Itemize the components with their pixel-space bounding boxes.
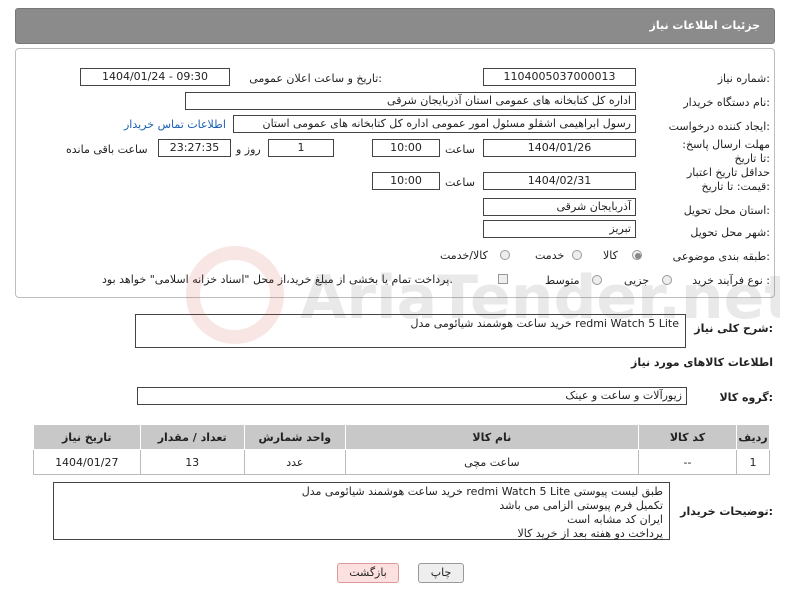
need-number-field[interactable]: 1104005037000013	[483, 68, 636, 86]
description-label: شرح کلی نیاز:	[694, 322, 773, 335]
back-button[interactable]: بازگشت	[337, 563, 399, 583]
days-label: روز و	[236, 143, 261, 156]
buyer-notes-line: ایران کد مشابه است	[567, 513, 663, 526]
cell-date: 1404/01/27	[33, 449, 141, 475]
process-minor-label: جزیی	[624, 274, 650, 287]
col-name: نام کالا	[344, 424, 639, 450]
category-goods-label: کالا	[603, 249, 618, 262]
process-radio-medium[interactable]	[592, 275, 602, 285]
announce-label: تاریخ و ساعت اعلان عمومی:	[249, 72, 382, 85]
col-date: تاریخ نیاز	[33, 424, 141, 450]
reply-time-field[interactable]: 10:00	[372, 139, 440, 157]
remaining-label: ساعت باقی مانده	[66, 143, 148, 156]
creator-label: ایجاد کننده درخواست:	[668, 120, 770, 133]
reply-date-field[interactable]: 1404/01/26	[483, 139, 636, 157]
category-radio-goods-service[interactable]	[500, 250, 510, 260]
page-header: جزئیات اطلاعات نیاز	[15, 8, 775, 44]
table-row[interactable]: 1 -- ساعت مچی عدد 13 1404/01/27	[33, 449, 770, 475]
description-text: خرید ساعت هوشمند شیائومی مدل redmi Watch…	[410, 317, 679, 330]
province-label: استان محل تحویل:	[683, 204, 770, 217]
print-button[interactable]: چاپ	[418, 563, 464, 583]
col-qty: تعداد / مقدار	[139, 424, 245, 450]
buyer-notes-label: توضیحات خریدار:	[680, 505, 773, 518]
cell-code: --	[637, 449, 738, 475]
goods-table-header: ردیف کد کالا نام کالا واحد شمارش تعداد /…	[33, 424, 770, 450]
price-date-field[interactable]: 1404/02/31	[483, 172, 636, 190]
cell-qty: 13	[139, 449, 245, 475]
category-radio-service[interactable]	[572, 250, 582, 260]
description-field[interactable]: خرید ساعت هوشمند شیائومی مدل redmi Watch…	[135, 314, 686, 348]
process-radio-minor[interactable]	[662, 275, 672, 285]
city-label: شهر محل تحویل:	[690, 226, 770, 239]
buyer-notes-line: پرداخت دو هفته بعد از خرید کالا	[517, 527, 663, 540]
col-code: کد کالا	[637, 424, 738, 450]
cell-row: 1	[736, 449, 770, 475]
city-field[interactable]: تبریز	[483, 220, 636, 238]
remaining-time-field[interactable]: 23:27:35	[158, 139, 231, 157]
treasury-checkbox[interactable]	[498, 274, 508, 284]
reply-time-label: ساعت	[445, 143, 475, 156]
category-label: طبقه بندی موضوعی:	[672, 250, 770, 263]
price-deadline-label: حداقل تاریخ اعتبار قیمت: تا تاریخ:	[686, 166, 770, 193]
process-label: نوع فرآیند خرید :	[692, 274, 770, 287]
process-medium-label: متوسط	[545, 274, 580, 287]
goods-section-title: اطلاعات کالاهای مورد نیاز	[631, 356, 773, 369]
category-goods-service-label: کالا/خدمت	[440, 249, 488, 262]
province-field[interactable]: آذربایجان شرقی	[483, 198, 636, 216]
buyer-notes-line: خرید ساعت هوشمند شیائومی مدل redmi Watch…	[301, 485, 663, 498]
col-unit: واحد شمارش	[243, 424, 346, 450]
need-number-label: شماره نیاز:	[717, 72, 770, 85]
buyer-contact-link[interactable]: اطلاعات تماس خریدار	[124, 118, 226, 131]
reply-deadline-label: مهلت ارسال پاسخ: تا تاریخ:	[682, 138, 770, 165]
goods-table: ردیف کد کالا نام کالا واحد شمارش تعداد /…	[33, 424, 770, 475]
page-title: جزئیات اطلاعات نیاز	[649, 19, 761, 32]
buyer-notes-line: تکمیل فرم پیوستی الزامی می باشد	[499, 499, 663, 512]
creator-field[interactable]: رسول ابراهیمی اشقلو مسئول امور عمومی ادا…	[233, 115, 636, 133]
goods-group-label: گروه کالا:	[719, 391, 773, 404]
cell-unit: عدد	[243, 449, 346, 475]
announce-field[interactable]: 1404/01/24 - 09:30	[80, 68, 230, 86]
buyer-org-field[interactable]: اداره کل کتابخانه های عمومی استان آذربای…	[185, 92, 636, 110]
price-time-field[interactable]: 10:00	[372, 172, 440, 190]
buyer-notes-field[interactable]: خرید ساعت هوشمند شیائومی مدل redmi Watch…	[53, 482, 670, 540]
goods-group-field[interactable]: زیورآلات و ساعت و عینک	[137, 387, 687, 405]
col-row: ردیف	[736, 424, 770, 450]
buyer-org-label: نام دستگاه خریدار:	[683, 96, 770, 109]
price-time-label: ساعت	[445, 176, 475, 189]
payment-note: پرداخت تمام یا بخشی از مبلغ خرید،از محل …	[102, 273, 453, 286]
cell-name: ساعت مچی	[344, 449, 639, 475]
category-radio-goods[interactable]	[632, 250, 642, 260]
category-service-label: خدمت	[535, 249, 565, 262]
days-field[interactable]: 1	[268, 139, 334, 157]
